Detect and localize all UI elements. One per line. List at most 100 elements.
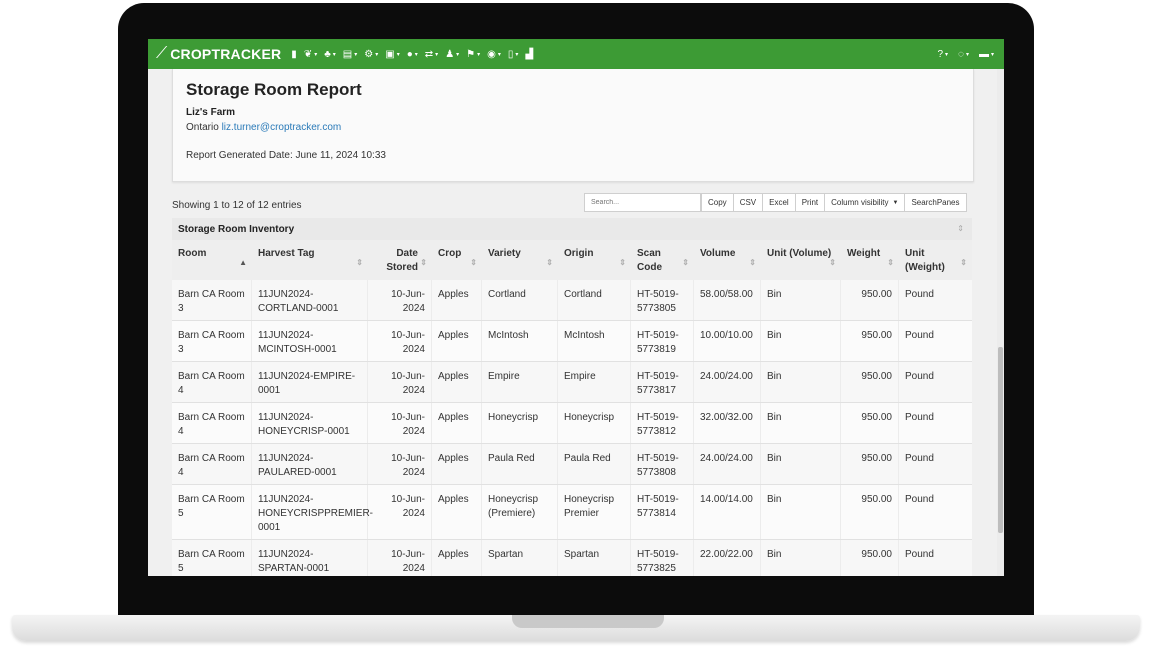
cell-origin: Honeycrisp Premier (558, 485, 631, 539)
phone-icon[interactable]: ▯ ▾ (508, 49, 519, 60)
column-label: Weight (847, 248, 881, 259)
table-row[interactable]: Barn CA Room 4 11JUN2024-PAULARED-0001 1… (172, 444, 972, 485)
cell-date-stored: 10-Jun-2024 (368, 321, 432, 361)
help-icon[interactable]: ? ▾ (937, 49, 948, 60)
farm-name: Liz's Farm (186, 107, 236, 118)
column-label: Harvest Tag (258, 248, 315, 259)
tractor-icon[interactable]: ▣ ▾ (385, 49, 399, 60)
farm-location: Ontario (186, 122, 219, 133)
column-header-scan-code[interactable]: Scan Code ⇕ (631, 240, 694, 280)
cell-harvest-tag: 11JUN2024-HONEYCRISP-0001 (252, 403, 368, 443)
report-title: Storage Room Report (186, 80, 362, 99)
sort-icon: ⇕ (356, 258, 363, 267)
cell-volume: 14.00/14.00 (694, 485, 761, 539)
column-label: Room (178, 248, 207, 259)
sort-icon: ⇕ (749, 258, 756, 267)
gear-icon[interactable]: ⚙ ▾ (364, 49, 378, 60)
cell-harvest-tag: 11JUN2024-EMPIRE-0001 (252, 362, 368, 402)
column-header-origin[interactable]: Origin ⇕ (558, 240, 631, 280)
sort-icon[interactable]: ⇕ (957, 224, 964, 233)
chevron-down-icon: ▼ (892, 199, 899, 206)
cell-unit-volume: Bin (761, 444, 841, 484)
column-header-harvest-tag[interactable]: Harvest Tag ⇕ (252, 240, 368, 280)
plant-icon[interactable]: ♣ ▾ (324, 49, 336, 60)
support-icon[interactable]: ◌ ▾ (958, 49, 969, 60)
entries-info: Showing 1 to 12 of 12 entries (172, 200, 302, 211)
table-row[interactable]: Barn CA Room 4 11JUN2024-HONEYCRISP-0001… (172, 403, 972, 444)
logo-text: CROPTRACKER (170, 46, 282, 62)
cell-harvest-tag: 11JUN2024-CORTLAND-0001 (252, 280, 368, 320)
sort-icon: ⇕ (470, 258, 477, 267)
cell-volume: 24.00/24.00 (694, 444, 761, 484)
column-header-crop[interactable]: Crop ⇕ (432, 240, 482, 280)
column-header-weight[interactable]: Weight ⇕ (841, 240, 899, 280)
search-input[interactable] (584, 193, 701, 212)
location-icon[interactable]: ◉ ▾ (487, 49, 501, 60)
inventory-title-bar: Storage Room Inventory ⇕ (172, 218, 972, 241)
column-label: Volume (700, 248, 736, 259)
column-header-date-stored[interactable]: Date Stored ⇕ (368, 240, 432, 280)
cell-unit-volume: Bin (761, 403, 841, 443)
briefcase-icon[interactable]: ▬ ▾ (979, 49, 994, 60)
chart-icon[interactable]: ▟ (525, 49, 533, 60)
document-icon[interactable]: ▤ ▾ (343, 49, 357, 60)
sort-icon: ⇕ (619, 258, 626, 267)
column-label: Unit (Weight) (905, 248, 945, 273)
searchpanes-button[interactable]: SearchPanes (904, 193, 967, 212)
column-header-unit-volume[interactable]: Unit (Volume) ⇕ (761, 240, 841, 280)
table-row[interactable]: Barn CA Room 3 11JUN2024-CORTLAND-0001 1… (172, 280, 972, 321)
cell-weight: 950.00 (841, 321, 899, 361)
cell-origin: Empire (558, 362, 631, 402)
print-button[interactable]: Print (794, 193, 826, 212)
cell-unit-volume: Bin (761, 362, 841, 402)
leaf-icon[interactable]: ❦ ▾ (304, 49, 317, 60)
table-row[interactable]: Barn CA Room 4 11JUN2024-EMPIRE-0001 10-… (172, 362, 972, 403)
cell-date-stored: 10-Jun-2024 (368, 403, 432, 443)
column-header-room[interactable]: Room ▲ (172, 240, 252, 280)
table-row[interactable]: Barn CA Room 3 11JUN2024-MCINTOSH-0001 1… (172, 321, 972, 362)
column-header-variety[interactable]: Variety ⇕ (482, 240, 558, 280)
cell-room: Barn CA Room 5 (172, 540, 252, 576)
sort-icon: ⇕ (887, 258, 894, 267)
cell-volume: 58.00/58.00 (694, 280, 761, 320)
farm-email-link[interactable]: liz.turner@croptracker.com (222, 122, 342, 133)
cell-origin: McIntosh (558, 321, 631, 361)
cell-scan-code: HT-5019-5773812 (631, 403, 694, 443)
cell-crop: Apples (432, 280, 482, 320)
column-visibility-button[interactable]: Column visibility ▼ (824, 193, 906, 212)
table-row[interactable]: Barn CA Room 5 11JUN2024-SPARTAN-0001 10… (172, 540, 972, 576)
copy-button[interactable]: Copy (701, 193, 734, 212)
app-logo[interactable]: ⟋ CROPTRACKER (156, 45, 281, 63)
table-row[interactable]: Barn CA Room 5 11JUN2024-HONEYCRISPPREMI… (172, 485, 972, 540)
cell-weight: 950.00 (841, 485, 899, 539)
column-header-volume[interactable]: Volume ⇕ (694, 240, 761, 280)
cell-crop: Apples (432, 540, 482, 576)
sort-icon: ⇕ (682, 258, 689, 267)
cell-crop: Apples (432, 485, 482, 539)
csv-button[interactable]: CSV (732, 193, 764, 212)
excel-button[interactable]: Excel (762, 193, 796, 212)
cell-weight: 950.00 (841, 444, 899, 484)
user-icon[interactable]: ● ▾ (407, 49, 418, 60)
cell-room: Barn CA Room 4 (172, 362, 252, 402)
worker-icon[interactable]: ♟ ▾ (445, 49, 459, 60)
cell-harvest-tag: 11JUN2024-HONEYCRISPPREMIER-0001 (252, 485, 373, 539)
transfer-icon[interactable]: ⇄ ▾ (425, 49, 438, 60)
cell-variety: Spartan (482, 540, 558, 576)
cell-unit-volume: Bin (761, 485, 841, 539)
cell-volume: 22.00/22.00 (694, 540, 761, 576)
bookmark-icon[interactable]: ▮ (291, 49, 297, 60)
cell-variety: McIntosh (482, 321, 558, 361)
cell-scan-code: HT-5019-5773825 (631, 540, 694, 576)
flag-icon[interactable]: ⚑ ▾ (466, 49, 480, 60)
cell-room: Barn CA Room 3 (172, 280, 252, 320)
cell-date-stored: 10-Jun-2024 (368, 444, 432, 484)
column-header-unit-weight[interactable]: Unit (Weight) ⇕ (899, 240, 972, 280)
cell-weight: 950.00 (841, 403, 899, 443)
page-scrollbar[interactable] (997, 69, 1004, 576)
cell-harvest-tag: 11JUN2024-SPARTAN-0001 (252, 540, 368, 576)
sort-icon: ⇕ (546, 258, 553, 267)
cell-origin: Cortland (558, 280, 631, 320)
cell-harvest-tag: 11JUN2024-PAULARED-0001 (252, 444, 368, 484)
scrollbar-thumb[interactable] (998, 347, 1003, 533)
